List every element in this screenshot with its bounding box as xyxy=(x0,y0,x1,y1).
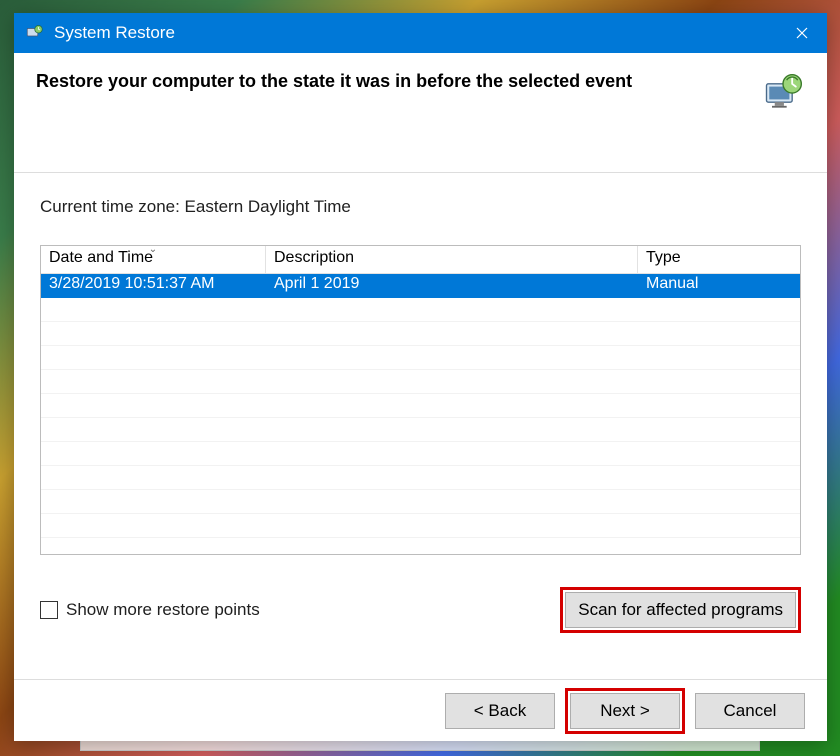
titlebar: System Restore xyxy=(14,13,827,53)
column-date[interactable]: Date and Time ⌄ xyxy=(41,246,266,273)
show-more-checkbox[interactable]: Show more restore points xyxy=(40,600,260,620)
checkbox-icon xyxy=(40,601,58,619)
table-row-empty xyxy=(41,298,800,322)
close-button[interactable] xyxy=(777,13,827,53)
timezone-label: Current time zone: Eastern Daylight Time xyxy=(40,197,801,217)
table-row-empty xyxy=(41,322,800,346)
system-restore-icon xyxy=(24,23,44,43)
column-date-label: Date and Time xyxy=(49,249,153,266)
table-body: 3/28/2019 10:51:37 AM April 1 2019 Manua… xyxy=(41,274,800,538)
table-row-empty xyxy=(41,394,800,418)
wizard-header: Restore your computer to the state it wa… xyxy=(14,53,827,173)
table-row-empty xyxy=(41,346,800,370)
cell-date: 3/28/2019 10:51:37 AM xyxy=(41,274,266,298)
table-row-empty xyxy=(41,418,800,442)
sort-descending-icon: ⌄ xyxy=(149,245,157,255)
cell-type: Manual xyxy=(638,274,800,298)
cancel-button[interactable]: Cancel xyxy=(695,693,805,729)
table-row-empty xyxy=(41,370,800,394)
highlight-box: Next > xyxy=(565,688,685,734)
wizard-content: Current time zone: Eastern Daylight Time… xyxy=(14,173,827,679)
restore-points-table[interactable]: Date and Time ⌄ Description Type 3/28/20… xyxy=(40,245,801,555)
scan-affected-button[interactable]: Scan for affected programs xyxy=(565,592,796,628)
column-description[interactable]: Description xyxy=(266,246,638,273)
table-row-empty xyxy=(41,442,800,466)
table-row[interactable]: 3/28/2019 10:51:37 AM April 1 2019 Manua… xyxy=(41,274,800,298)
wizard-footer: < Back Next > Cancel xyxy=(14,679,827,741)
table-row-empty xyxy=(41,466,800,490)
show-more-label: Show more restore points xyxy=(66,600,260,620)
cell-description: April 1 2019 xyxy=(266,274,638,298)
column-type[interactable]: Type xyxy=(638,246,800,273)
table-row-empty xyxy=(41,514,800,538)
wizard-heading: Restore your computer to the state it wa… xyxy=(36,71,761,92)
back-button[interactable]: < Back xyxy=(445,693,555,729)
system-restore-window: System Restore Restore your computer to … xyxy=(14,13,827,741)
next-button[interactable]: Next > xyxy=(570,693,680,729)
highlight-box: Scan for affected programs xyxy=(560,587,801,633)
table-row-empty xyxy=(41,490,800,514)
titlebar-title: System Restore xyxy=(54,23,777,43)
table-header: Date and Time ⌄ Description Type xyxy=(41,246,800,274)
restore-monitor-icon xyxy=(761,71,805,115)
